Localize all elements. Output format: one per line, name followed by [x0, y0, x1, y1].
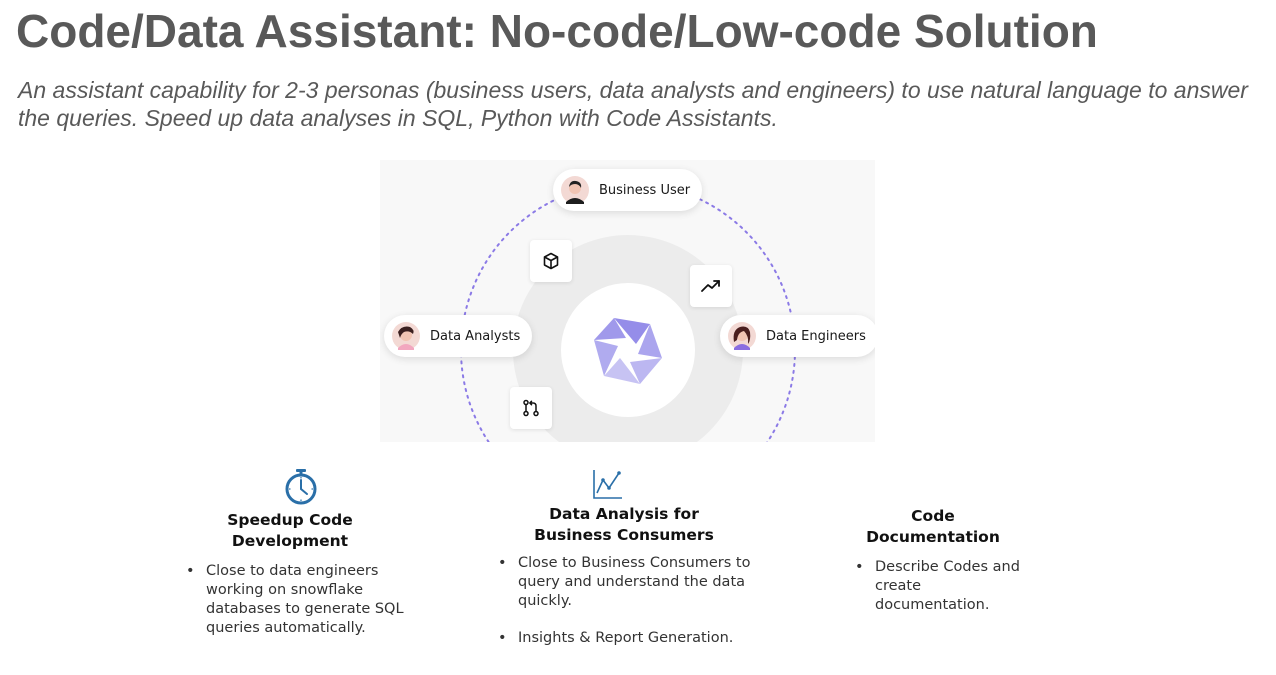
- docs-bullets: Describe Codes and create documentation.: [855, 558, 1035, 615]
- data-analysts-avatar-icon: [392, 322, 420, 350]
- line-chart-icon: [593, 470, 622, 499]
- persona-data-engineers: Data Engineers: [720, 315, 875, 357]
- analysis-bullet: Close to Business Consumers to query and…: [498, 554, 758, 611]
- speedup-heading-line1: Speedup Code: [227, 511, 353, 529]
- analysis-heading-line2: Business Consumers: [534, 526, 714, 544]
- speedup-bullets: Close to data engineers working on snowf…: [186, 562, 416, 638]
- cube-tile: [530, 240, 572, 282]
- analysis-bullets: Close to Business Consumers to query and…: [498, 554, 758, 648]
- git-pull-request-icon: [523, 399, 539, 417]
- data-engineers-avatar-icon: [728, 322, 756, 350]
- speedup-bullet: Close to data engineers working on snowf…: [186, 562, 416, 638]
- cube-icon: [543, 252, 559, 270]
- feature-analysis: Data Analysis for Business Consumers Clo…: [498, 468, 758, 648]
- analysis-heading-line1: Data Analysis for: [549, 505, 699, 523]
- business-user-label: Business User: [599, 182, 691, 198]
- persona-data-analysts: Data Analysts: [384, 315, 533, 357]
- business-user-avatar-icon: [561, 176, 589, 204]
- feature-docs: Code Documentation Describe Codes and cr…: [855, 506, 1035, 615]
- persona-diagram: Business User Data Analysts Data Enginee…: [380, 160, 875, 442]
- trend-up-icon: [701, 280, 720, 292]
- data-analysts-label: Data Analysts: [430, 328, 521, 344]
- aperture-logo-icon: [594, 318, 662, 384]
- stopwatch-icon: [285, 469, 317, 505]
- feature-speedup: Speedup Code Development Close to data e…: [186, 468, 416, 638]
- docs-heading-line1: Code: [911, 507, 955, 525]
- data-engineers-label: Data Engineers: [766, 328, 866, 344]
- docs-heading-line2: Documentation: [866, 528, 1000, 546]
- docs-bullet: Describe Codes and create documentation.: [855, 558, 1035, 615]
- slide-subtitle: An assistant capability for 2-3 personas…: [18, 77, 1248, 131]
- trend-tile: [690, 265, 732, 307]
- slide-title: Code/Data Assistant: No-code/Low-code So…: [16, 5, 1098, 57]
- speedup-heading-line2: Development: [231, 532, 349, 550]
- persona-business-user: Business User: [553, 169, 703, 211]
- pull-request-tile: [510, 387, 552, 429]
- analysis-bullet: Insights & Report Generation.: [498, 629, 758, 648]
